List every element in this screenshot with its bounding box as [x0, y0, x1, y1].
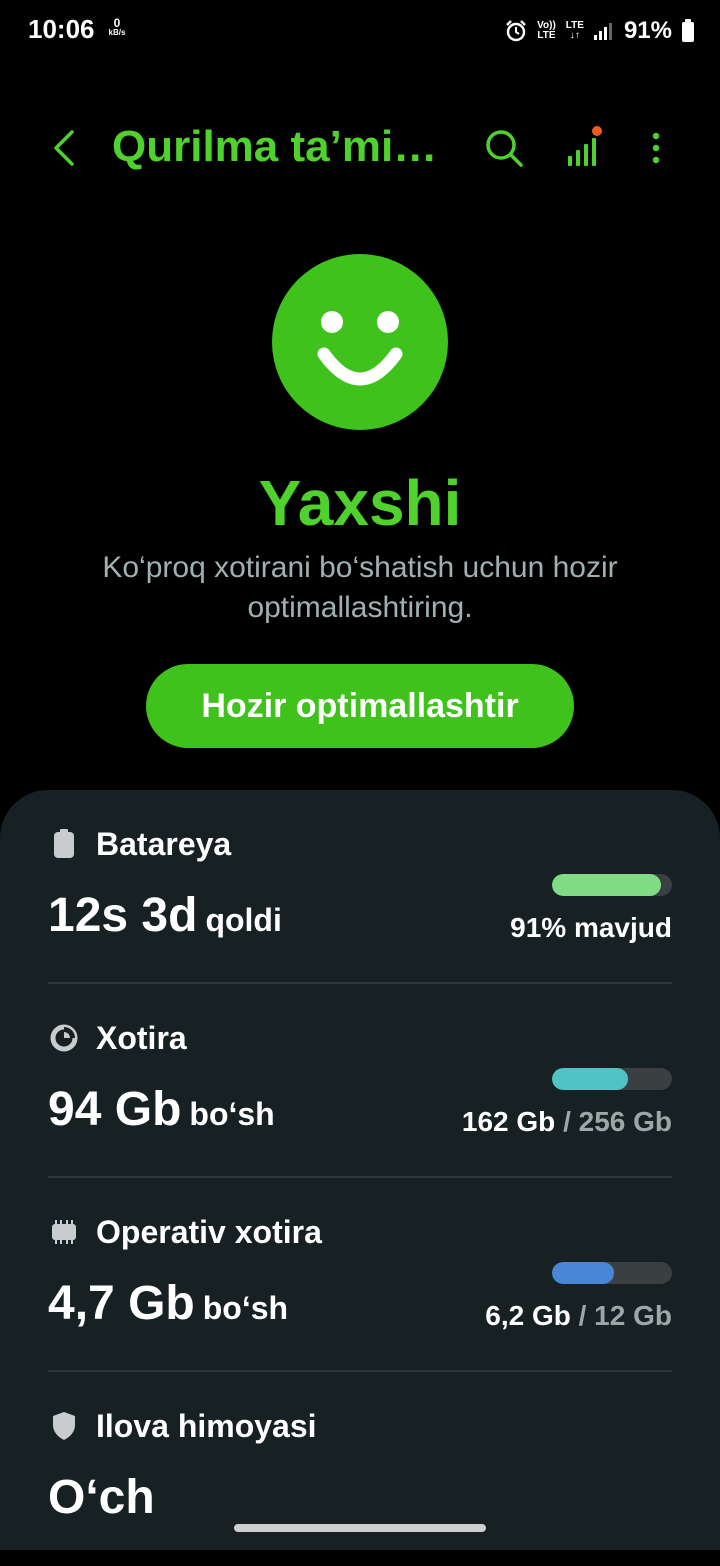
device-care-card: Batareya 12s 3dqoldi 91% mavjud Xotira: [0, 790, 720, 1550]
optimize-now-button[interactable]: Hozir optimallashtir: [146, 664, 574, 748]
notification-dot: [592, 126, 602, 136]
battery-status-icon: [682, 19, 694, 42]
status-bar: 10:06 0 kB/s Vo)) LTE LTE ↓↑ 91%: [0, 0, 720, 64]
storage-free-value: 94 Gb: [48, 1083, 182, 1136]
search-icon[interactable]: [482, 126, 526, 170]
battery-icon: [48, 828, 80, 860]
signal-icon: [593, 23, 612, 40]
net-speed-value: 0: [113, 16, 121, 30]
home-indicator[interactable]: [234, 1524, 486, 1532]
memory-row[interactable]: Operativ xotira 4,7 Gb bo‘sh 6,2 Gb / 12 …: [48, 1178, 672, 1372]
memory-used: 6,2 Gb: [485, 1300, 571, 1331]
battery-label: Batareya: [96, 825, 232, 862]
storage-label: Xotira: [96, 1019, 187, 1056]
memory-usage-bar: [552, 1262, 672, 1284]
page-title: Qurilma ta’minoti: [112, 122, 452, 171]
battery-percent: 91%: [623, 17, 672, 44]
data-arrows-icon: ↓↑: [569, 30, 580, 41]
status-icons: Vo)) LTE LTE ↓↑ 91%: [505, 14, 694, 48]
stats-bars-icon[interactable]: [562, 126, 606, 170]
app-protection-label: Ilova himoyasi: [96, 1407, 317, 1444]
memory-chip-icon: [48, 1216, 80, 1248]
storage-row[interactable]: Xotira 94 Gb bo‘sh 162 Gb / 256 Gb: [48, 984, 672, 1178]
battery-level-bar: [552, 874, 672, 896]
storage-total: / 256 Gb: [563, 1106, 672, 1137]
storage-free-suffix: bo‘sh: [189, 1096, 275, 1132]
storage-usage-fill: [552, 1068, 628, 1090]
volte-line2: LTE: [537, 30, 556, 41]
memory-usage-fill: [552, 1262, 615, 1284]
app-bar: Qurilma ta’minoti: [0, 110, 720, 186]
net-speed: 0 kB/s: [104, 16, 130, 38]
battery-level-fill: [552, 874, 662, 896]
battery-time-suffix: qoldi: [205, 902, 282, 938]
app-protection-row[interactable]: Ilova himoyasi O‘ch: [48, 1372, 672, 1566]
battery-available: 91% mavjud: [510, 912, 672, 943]
shield-icon: [48, 1410, 80, 1442]
memory-free-value: 4,7 Gb: [48, 1277, 195, 1330]
volte-indicator: Vo)) LTE: [537, 21, 556, 41]
app-protection-status: O‘ch: [48, 1471, 155, 1524]
back-arrow-icon[interactable]: [46, 126, 90, 170]
memory-label: Operativ xotira: [96, 1213, 322, 1250]
net-speed-unit: kB/s: [108, 28, 126, 37]
battery-time-value: 12s 3d: [48, 889, 198, 942]
more-options-icon[interactable]: [634, 126, 678, 170]
storage-usage-bar: [552, 1068, 672, 1090]
alarm-icon: [506, 20, 526, 42]
status-time: 10:06: [28, 14, 95, 44]
memory-free-suffix: bo‘sh: [202, 1290, 289, 1326]
smiley-face-icon: [272, 254, 448, 430]
memory-total: / 12 Gb: [578, 1300, 672, 1331]
status-description: Ko‘proq xotirani bo‘shatish uchun hozir …: [102, 551, 618, 624]
battery-row[interactable]: Batareya 12s 3d qoldi 91% mavjud: [48, 790, 672, 984]
lte-indicator: LTE ↓↑: [566, 21, 584, 41]
storage-pie-icon: [48, 1022, 80, 1054]
storage-used: 162 Gb: [461, 1106, 556, 1137]
device-status-text: Yaxshi: [258, 467, 462, 539]
